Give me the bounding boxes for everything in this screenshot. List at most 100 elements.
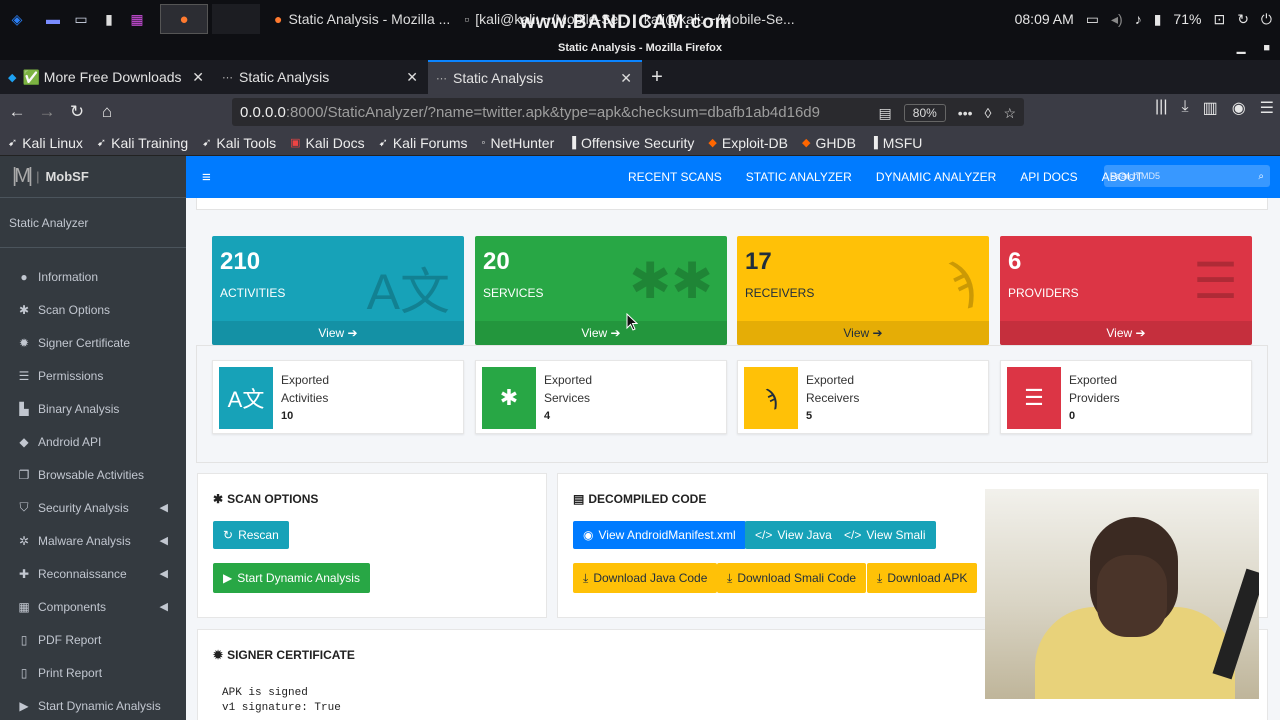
power-icon[interactable]: ⏻: [1261, 11, 1272, 28]
apps-icon[interactable]: ▦: [126, 9, 148, 29]
firefox-launcher-icon[interactable]: ●: [160, 4, 208, 34]
stat-view-link[interactable]: View ➔: [737, 321, 989, 345]
cog-icon: ✱: [18, 302, 30, 317]
sidebar-item-information[interactable]: ● Information: [0, 260, 186, 293]
zoom-level[interactable]: 80%: [903, 104, 946, 122]
menu-api-docs[interactable]: API DOCS: [1020, 170, 1077, 184]
close-tab-icon[interactable]: ✕: [192, 69, 204, 86]
button-label: View Smali: [866, 528, 926, 542]
sidebar-item-start-dynamic-analysis[interactable]: ▶ Start Dynamic Analysis: [0, 689, 186, 720]
bookmark-star-icon[interactable]: ☆: [1003, 105, 1016, 122]
brand[interactable]: |M| | MobSF: [0, 156, 186, 198]
home-icon[interactable]: ⌂: [92, 97, 122, 127]
sidebar-item-browsable-activities[interactable]: ❐ Browsable Activities: [0, 458, 186, 491]
back-icon[interactable]: ←: [2, 97, 32, 127]
new-tab-button[interactable]: +: [642, 60, 672, 94]
bookmark-kali-docs[interactable]: ▣ Kali Docs: [290, 135, 365, 151]
view-manifest-button[interactable]: ◉ View AndroidManifest.xml: [573, 521, 746, 549]
mobsf-favicon-icon: ⋯: [222, 71, 233, 84]
bookmark-nethunter[interactable]: ◦ NetHunter: [482, 135, 555, 151]
stat-view-link[interactable]: View ➔: [475, 321, 727, 345]
view-smali-button[interactable]: </> View Smali: [834, 521, 936, 549]
url-bar[interactable]: ⓘ 0.0.0.0:8000/StaticAnalyzer/?name=twit…: [232, 98, 1024, 126]
desktop-icon[interactable]: ▬: [42, 9, 64, 29]
workspace-switcher[interactable]: [212, 4, 260, 34]
bookmark-kali-training[interactable]: ➹ Kali Training: [97, 135, 188, 151]
volume-icon[interactable]: ◂): [1111, 11, 1123, 28]
window-title: Static Analysis - Mozilla Firefox: [557, 42, 723, 54]
search-input[interactable]: Search MD5 ⌕: [1104, 165, 1270, 187]
exploit-db-icon: ◆: [708, 137, 717, 149]
menu-static-analyzer[interactable]: STATIC ANALYZER: [746, 170, 852, 184]
print-icon: ▯: [20, 665, 28, 680]
maximize-icon[interactable]: ■: [1263, 38, 1270, 58]
menu-dynamic-analyzer[interactable]: DYNAMIC ANALYZER: [876, 170, 996, 184]
sidebar-item-components[interactable]: ▦ Components ◀: [0, 590, 186, 623]
start-dynamic-analysis-button[interactable]: ▶ Start Dynamic Analysis: [213, 563, 370, 593]
sidebar-toggle-icon[interactable]: ▥: [1203, 98, 1218, 118]
sidebar-item-scan-options[interactable]: ✱ Scan Options: [0, 293, 186, 326]
display-icon[interactable]: ▭: [1086, 11, 1099, 28]
pocket-icon[interactable]: ◊: [985, 105, 992, 121]
account-icon[interactable]: ◉: [1232, 98, 1246, 118]
search-icon[interactable]: ⌕: [1258, 171, 1264, 182]
hamburger-menu-icon[interactable]: ☰: [1260, 98, 1274, 118]
stat-view-link[interactable]: View ➔: [1000, 321, 1252, 345]
sidebar-item-malware-analysis[interactable]: ✲ Malware Analysis ◀: [0, 524, 186, 557]
sidebar-item-binary-analysis[interactable]: ▙ Binary Analysis: [0, 392, 186, 425]
reader-view-icon[interactable]: ▤: [879, 105, 892, 122]
clock[interactable]: 08:09 AM: [1015, 11, 1074, 27]
stat-view-link[interactable]: View ➔: [212, 321, 464, 345]
reload-icon[interactable]: ↻: [62, 97, 92, 127]
bookmark-exploit-db[interactable]: ◆ Exploit-DB: [708, 135, 788, 151]
close-tab-icon[interactable]: ✕: [406, 69, 418, 86]
mouse-cursor-icon: [626, 313, 638, 331]
tab-static-analysis-2[interactable]: ⋯ Static Analysis ✕: [428, 60, 642, 94]
sidebar-item-print-report[interactable]: ▯ Print Report: [0, 656, 186, 689]
terminal-icon[interactable]: ▮: [98, 9, 120, 29]
task-firefox[interactable]: ● Static Analysis - Mozilla ...: [274, 11, 450, 27]
sidebar-item-permissions[interactable]: ☰ Permissions: [0, 359, 186, 392]
page-actions-icon[interactable]: •••: [958, 105, 973, 121]
download-icon[interactable]: ⤓: [1181, 98, 1188, 118]
download-icon: ⤓: [727, 570, 733, 585]
bookmark-ghdb[interactable]: ◆ GHDB: [802, 135, 856, 151]
notification-bell-icon[interactable]: ♪: [1135, 11, 1142, 27]
firefox-icon: ●: [274, 11, 283, 27]
bookmark-msfu[interactable]: ▐ MSFU: [870, 135, 922, 151]
bookmark-kali-tools[interactable]: ➹ Kali Tools: [202, 135, 276, 151]
bookmark-kali-linux[interactable]: ➹ Kali Linux: [8, 135, 83, 151]
info-circle-icon: ●: [20, 269, 28, 284]
files-icon[interactable]: ▭: [70, 9, 92, 29]
hamburger-icon[interactable]: ≡: [202, 169, 211, 186]
forward-icon[interactable]: →: [32, 97, 62, 127]
library-icon[interactable]: |||: [1155, 98, 1167, 118]
kali-menu-icon[interactable]: ◈: [6, 9, 28, 29]
download-smali-button[interactable]: ⤓ Download Smali Code: [717, 563, 867, 593]
minimize-icon[interactable]: ▁: [1237, 38, 1245, 58]
url-path: :8000/StaticAnalyzer/?name=twitter.apk&t…: [285, 103, 820, 121]
menu-recent-scans[interactable]: RECENT SCANS: [628, 170, 722, 184]
refresh-icon[interactable]: ↻: [1237, 11, 1249, 28]
cert-line: v1 signature: True: [222, 702, 341, 714]
sidebar-item-reconnaissance[interactable]: ✚ Reconnaissance ◀: [0, 557, 186, 590]
browser-tab-strip: ◆ ✅ More Free Downloads ✕ ⋯ Static Analy…: [0, 60, 1280, 94]
bookmark-kali-forums[interactable]: ➹ Kali Forums: [379, 135, 468, 151]
bookmark-offensive-security[interactable]: ▐ Offensive Security: [568, 135, 694, 151]
sidebar-item-pdf-report[interactable]: ▯ PDF Report: [0, 623, 186, 656]
battery-icon[interactable]: ▮: [1154, 11, 1162, 28]
sidebar-item-android-api[interactable]: ◆ Android API: [0, 425, 186, 458]
tab-static-analysis-1[interactable]: ⋯ Static Analysis ✕: [214, 60, 428, 94]
download-apk-button[interactable]: ⤓ Download APK: [867, 563, 978, 593]
download-java-button[interactable]: ⤓ Download Java Code: [573, 563, 718, 593]
view-java-button[interactable]: </> View Java: [745, 521, 842, 549]
chevron-left-icon: ◀: [159, 535, 168, 547]
sidebar-item-signer-certificate[interactable]: ✹ Signer Certificate: [0, 326, 186, 359]
chevron-left-icon: ◀: [159, 568, 168, 580]
rescan-button[interactable]: ↻ Rescan: [213, 521, 289, 549]
lock-icon[interactable]: ⊡: [1213, 11, 1225, 28]
mobsf-topbar: ≡ RECENT SCANS STATIC ANALYZER DYNAMIC A…: [186, 156, 1280, 198]
close-tab-icon[interactable]: ✕: [620, 70, 632, 87]
tab-more-free-downloads[interactable]: ◆ ✅ More Free Downloads ✕: [0, 60, 214, 94]
sidebar-item-security-analysis[interactable]: ⛉ Security Analysis ◀: [0, 491, 186, 524]
